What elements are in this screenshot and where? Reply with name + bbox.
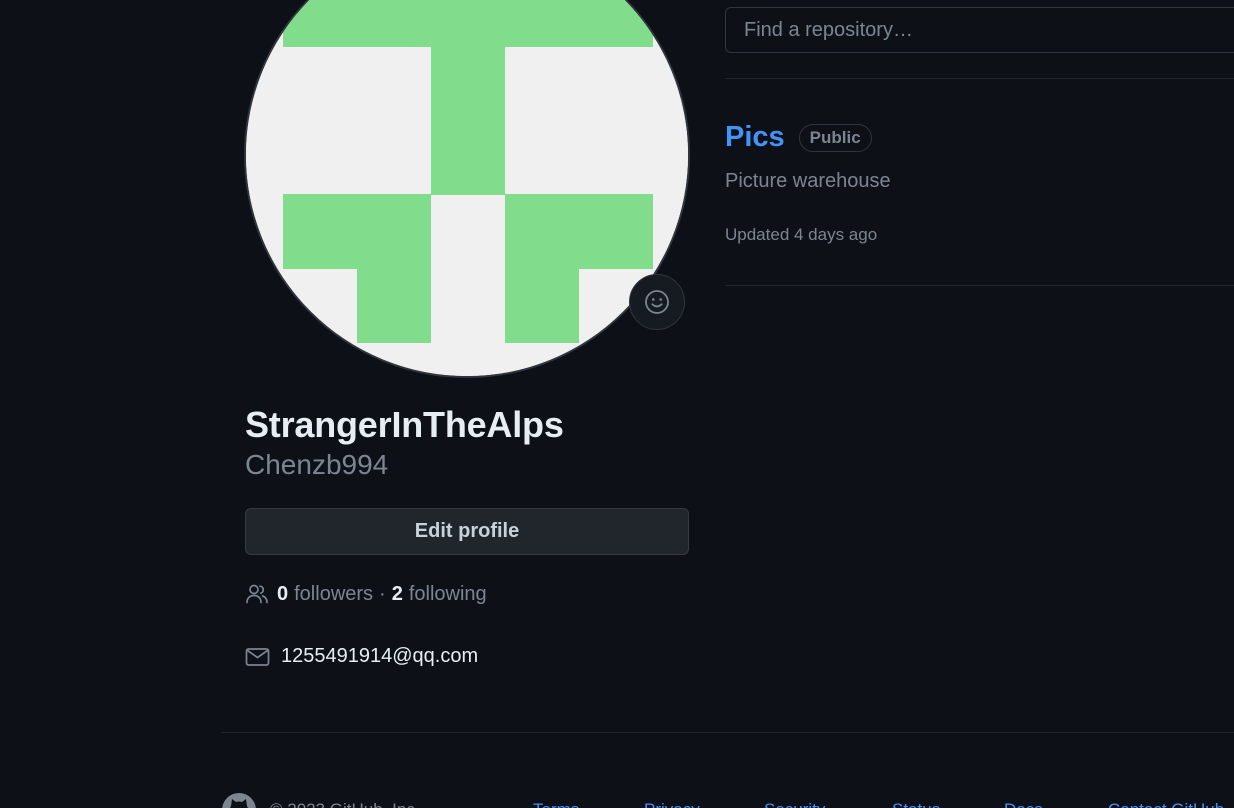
footer-divider	[221, 732, 1234, 733]
repo-updated-time: Updated 4 days ago	[725, 225, 878, 244]
repo-item-header: Pics Public	[725, 121, 872, 154]
footer-link-status[interactable]: Status	[892, 800, 940, 808]
profile-email: 1255491914@qq.com	[245, 645, 478, 668]
people-icon	[246, 584, 268, 604]
edit-profile-button[interactable]: Edit profile	[245, 508, 689, 555]
smiley-icon	[645, 290, 669, 314]
footer-link-security[interactable]: Security	[764, 800, 825, 808]
footer-copyright: © 2023 GitHub, Inc.	[270, 800, 420, 808]
follow-stats: 0 followers · 2 following	[245, 582, 487, 606]
footer-link-docs[interactable]: Docs	[1004, 800, 1043, 808]
footer-link-terms[interactable]: Terms	[533, 800, 579, 808]
footer-link-contact[interactable]: Contact GitHub	[1108, 800, 1224, 808]
repo-list-divider	[725, 78, 1234, 79]
stats-separator: ·	[379, 582, 386, 605]
following-count: 2	[391, 582, 403, 605]
mail-icon	[245, 647, 270, 666]
set-status-button[interactable]	[629, 274, 685, 330]
profile-page: StrangerInTheAlps Chenzb994 Edit profile…	[0, 0, 1234, 808]
profile-username: Chenzb994	[245, 449, 389, 480]
avatar[interactable]	[244, 0, 690, 378]
followers-link[interactable]: followers	[294, 583, 373, 606]
repo-description: Picture warehouse	[725, 170, 891, 192]
github-mark-icon[interactable]	[221, 792, 257, 808]
repo-name-link[interactable]: Pics	[725, 121, 785, 154]
followers-count: 0	[277, 582, 289, 605]
identicon-image	[246, 0, 688, 376]
footer-link-privacy[interactable]: Privacy	[644, 800, 700, 808]
visibility-badge: Public	[798, 123, 872, 152]
profile-display-name: StrangerInTheAlps	[245, 404, 564, 445]
find-repository-input[interactable]	[725, 7, 1234, 53]
email-link[interactable]: 1255491914@qq.com	[281, 645, 478, 668]
repo-item-divider	[725, 285, 1234, 286]
following-link[interactable]: following	[409, 583, 487, 606]
